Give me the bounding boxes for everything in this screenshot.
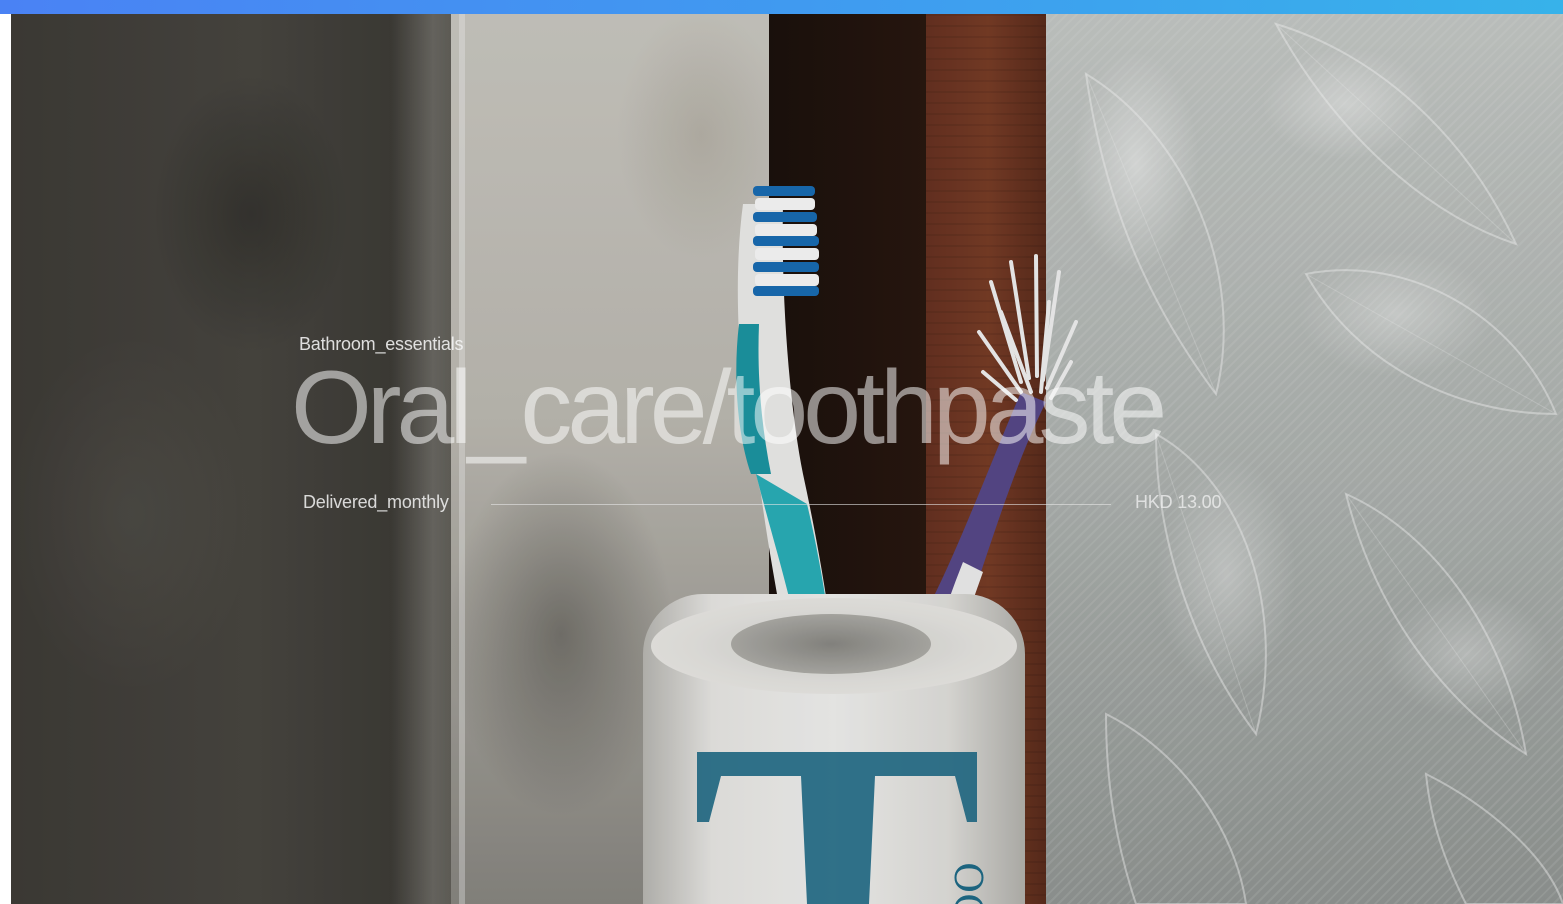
product-hero: OO Bathroom_essentials Oral_care/toothpa… [11, 14, 1563, 904]
product-title: Oral_care/toothpaste [291, 350, 1167, 466]
product-price: HKD 13.00 [1135, 492, 1222, 512]
meta-divider [491, 504, 1111, 505]
top-accent-bar [0, 0, 1563, 14]
product-meta-row: Delivered_monthly HKD 13.00 [303, 492, 1243, 516]
delivery-frequency: Delivered_monthly [303, 492, 449, 512]
